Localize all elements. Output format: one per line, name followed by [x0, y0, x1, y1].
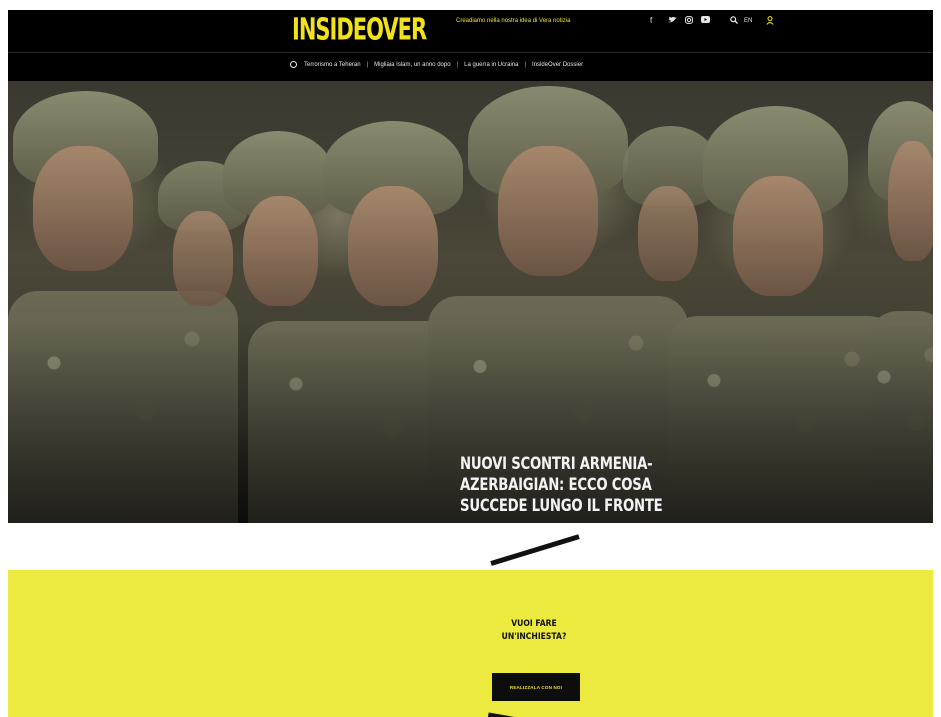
- top-header: INSIDEOVER Creadiamo nella nostra idea d…: [8, 10, 933, 52]
- facebook-icon[interactable]: f: [650, 16, 652, 25]
- nav-item-migliaia[interactable]: Migliaia Islam, un anno dopo: [374, 62, 450, 68]
- twitter-icon[interactable]: [668, 16, 677, 26]
- cta-title: VUOI FARE UN'INCHIESTA?: [500, 618, 568, 644]
- cta-section: VUOI FARE UN'INCHIESTA? REALIZZALA CON N…: [8, 570, 933, 717]
- instagram-icon[interactable]: [685, 16, 693, 26]
- hero-headline-line1: NUOVI SCONTRI ARMENIA-AZERBAIGIAN: ECCO …: [460, 454, 653, 495]
- user-icon[interactable]: [766, 16, 774, 27]
- nav-item-guerra-ucraina[interactable]: La guerra in Ucraina: [464, 62, 518, 68]
- hero-headline[interactable]: NUOVI SCONTRI ARMENIA-AZERBAIGIAN: ECCO …: [460, 454, 717, 517]
- youtube-icon[interactable]: [701, 16, 710, 25]
- hero-article[interactable]: NUOVI SCONTRI ARMENIA-AZERBAIGIAN: ECCO …: [8, 81, 933, 523]
- cta-title-line2: UN'INCHIESTA?: [501, 632, 567, 642]
- nav-separator: |: [524, 61, 527, 68]
- promo-text[interactable]: Creadiamo nella nostra idea di Vera noti…: [456, 18, 570, 24]
- search-icon[interactable]: [730, 16, 738, 26]
- hero-headline-line2: SUCCEDE LUNGO IL FRONTE: [460, 496, 663, 516]
- decorative-slash-bottom: [487, 712, 519, 717]
- nav-separator: |: [456, 61, 459, 68]
- nav-separator: |: [366, 61, 369, 68]
- nav-item-terrorismo[interactable]: Terrorismo a Teheran: [304, 62, 361, 68]
- cta-button[interactable]: REALIZZALA CON NOI: [492, 673, 580, 701]
- location-pin-icon: [290, 61, 297, 68]
- trending-nav: Terrorismo a Teheran | Migliaia Islam, u…: [8, 53, 933, 81]
- cta-title-line1: VUOI FARE: [511, 619, 557, 629]
- page-frame: INSIDEOVER Creadiamo nella nostra idea d…: [8, 10, 933, 717]
- section-spacer: [8, 523, 933, 570]
- language-switch[interactable]: EN: [744, 18, 752, 24]
- nav-item-dossier[interactable]: InsideOver Dossier: [532, 62, 583, 68]
